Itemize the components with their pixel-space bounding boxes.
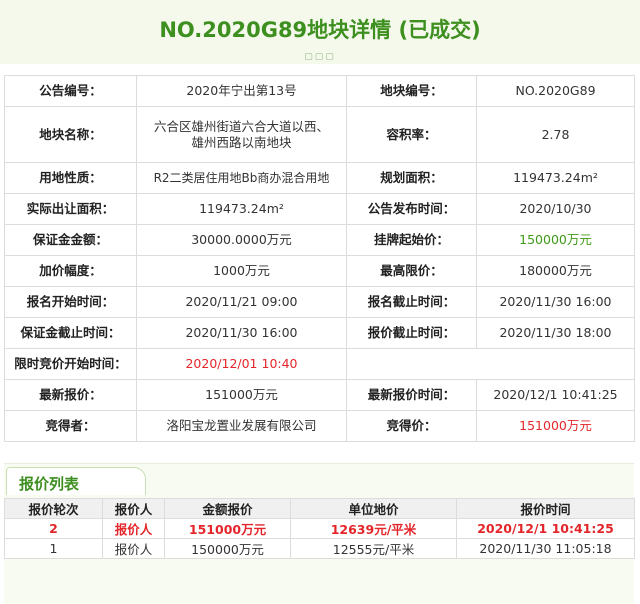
info-value: 180000万元 [476, 255, 635, 287]
info-label: 竞得价： [346, 410, 477, 442]
column-header: 金额报价 [164, 498, 291, 519]
bid-amount: 150000万元 [164, 538, 291, 559]
info-row: 竞得者： 洛阳宝龙置业发展有限公司 竞得价： 151000万元 [4, 410, 635, 442]
unit-price: 12639元/平米 [290, 518, 457, 539]
info-row: 实际出让面积： 119473.24m² 公告发布时间： 2020/10/30 [4, 193, 635, 225]
info-label: 最新报价： [4, 379, 137, 411]
bid-amount: 151000万元 [164, 518, 291, 539]
info-row: 加价幅度： 1000万元 最高限价： 180000万元 [4, 255, 635, 287]
info-label: 规划面积： [346, 162, 477, 194]
info-label: 最新报价时间： [346, 379, 477, 411]
info-label: 地块编号： [346, 75, 477, 107]
info-label: 容积率： [346, 106, 477, 163]
bid-time: 2020/12/1 10:41:25 [456, 518, 635, 539]
bid-round: 2 [4, 518, 103, 539]
info-value: 30000.0000万元 [136, 224, 347, 256]
bid-time: 2020/11/30 11:05:18 [456, 538, 635, 559]
column-header: 报价轮次 [4, 498, 103, 519]
bid-list-table: 报价轮次 报价人 金额报价 单位地价 报价时间 2 报价人 151000万元 1… [4, 498, 635, 559]
column-header: 报价时间 [456, 498, 635, 519]
bid-header-row: 报价轮次 报价人 金额报价 单位地价 报价时间 [4, 498, 635, 519]
info-value: R2二类居住用地Bb商办混合用地 [136, 162, 347, 194]
info-empty-cell [346, 348, 635, 380]
header-band: NO.2020G89地块详情 (已成交) ▢▢▢ [0, 0, 640, 64]
winning-price-value: 151000万元 [476, 410, 635, 442]
column-header: 报价人 [102, 498, 165, 519]
page-title: NO.2020G89地块详情 (已成交) [159, 18, 481, 42]
info-row: 保证金金额： 30000.0000万元 挂牌起始价： 150000万元 [4, 224, 635, 256]
info-label: 地块名称： [4, 106, 137, 163]
info-value: 2020/12/1 10:41:25 [476, 379, 635, 411]
bidder: 报价人 [102, 518, 165, 539]
info-label: 用地性质： [4, 162, 137, 194]
info-row: 保证金截止时间： 2020/11/30 16:00 报价截止时间： 2020/1… [4, 317, 635, 349]
decorative-dots-icon: ▢▢▢ [304, 52, 336, 62]
info-row: 报名开始时间： 2020/11/21 09:00 报名截止时间： 2020/11… [4, 286, 635, 318]
info-label: 保证金金额： [4, 224, 137, 256]
info-value: 119473.24m² [136, 193, 347, 225]
info-label: 报名开始时间： [4, 286, 137, 318]
bid-list-panel: 报价列表 报价轮次 报价人 金额报价 单位地价 报价时间 2 报价人 15100… [4, 463, 635, 604]
info-value: 六合区雄州街道六合大道以西、雄州西路以南地块 [136, 106, 347, 163]
winner-value: 洛阳宝龙置业发展有限公司 [136, 410, 347, 442]
info-row: 地块名称： 六合区雄州街道六合大道以西、雄州西路以南地块 容积率： 2.78 [4, 106, 635, 163]
info-value: 119473.24m² [476, 162, 635, 194]
info-value: 2020/11/30 16:00 [136, 317, 347, 349]
info-label: 实际出让面积： [4, 193, 137, 225]
info-label: 加价幅度： [4, 255, 137, 287]
info-label: 公告发布时间： [346, 193, 477, 225]
info-value: 2020/11/30 18:00 [476, 317, 635, 349]
info-row: 公告编号： 2020年宁出第13号 地块编号： NO.2020G89 [4, 75, 635, 107]
bidder: 报价人 [102, 538, 165, 559]
info-label: 竞得者： [4, 410, 137, 442]
bid-round: 1 [4, 538, 103, 559]
unit-price: 12555元/平米 [290, 538, 457, 559]
info-value: 2.78 [476, 106, 635, 163]
parcel-info-table: 公告编号： 2020年宁出第13号 地块编号： NO.2020G89 地块名称：… [4, 75, 635, 442]
bidding-start-value: 2020/12/01 10:40 [136, 348, 347, 380]
tab-bid-list[interactable]: 报价列表 [6, 467, 146, 495]
info-value: 151000万元 [136, 379, 347, 411]
info-label: 最高限价： [346, 255, 477, 287]
info-value: 2020年宁出第13号 [136, 75, 347, 107]
info-value: NO.2020G89 [476, 75, 635, 107]
info-label: 保证金截止时间： [4, 317, 137, 349]
info-row: 限时竞价开始时间： 2020/12/01 10:40 [4, 348, 635, 380]
table-row: 2 报价人 151000万元 12639元/平米 2020/12/1 10:41… [4, 518, 635, 539]
info-label: 公告编号： [4, 75, 137, 107]
info-label: 报名截止时间： [346, 286, 477, 318]
info-value: 2020/11/30 16:00 [476, 286, 635, 318]
info-value: 1000万元 [136, 255, 347, 287]
info-value: 2020/11/21 09:00 [136, 286, 347, 318]
column-header: 单位地价 [290, 498, 457, 519]
info-value: 2020/10/30 [476, 193, 635, 225]
info-row: 用地性质： R2二类居住用地Bb商办混合用地 规划面积： 119473.24m² [4, 162, 635, 194]
info-label: 限时竞价开始时间： [4, 348, 137, 380]
info-label: 挂牌起始价： [346, 224, 477, 256]
start-price-value: 150000万元 [476, 224, 635, 256]
info-row: 最新报价： 151000万元 最新报价时间： 2020/12/1 10:41:2… [4, 379, 635, 411]
table-row: 1 报价人 150000万元 12555元/平米 2020/11/30 11:0… [4, 538, 635, 559]
info-label: 报价截止时间： [346, 317, 477, 349]
